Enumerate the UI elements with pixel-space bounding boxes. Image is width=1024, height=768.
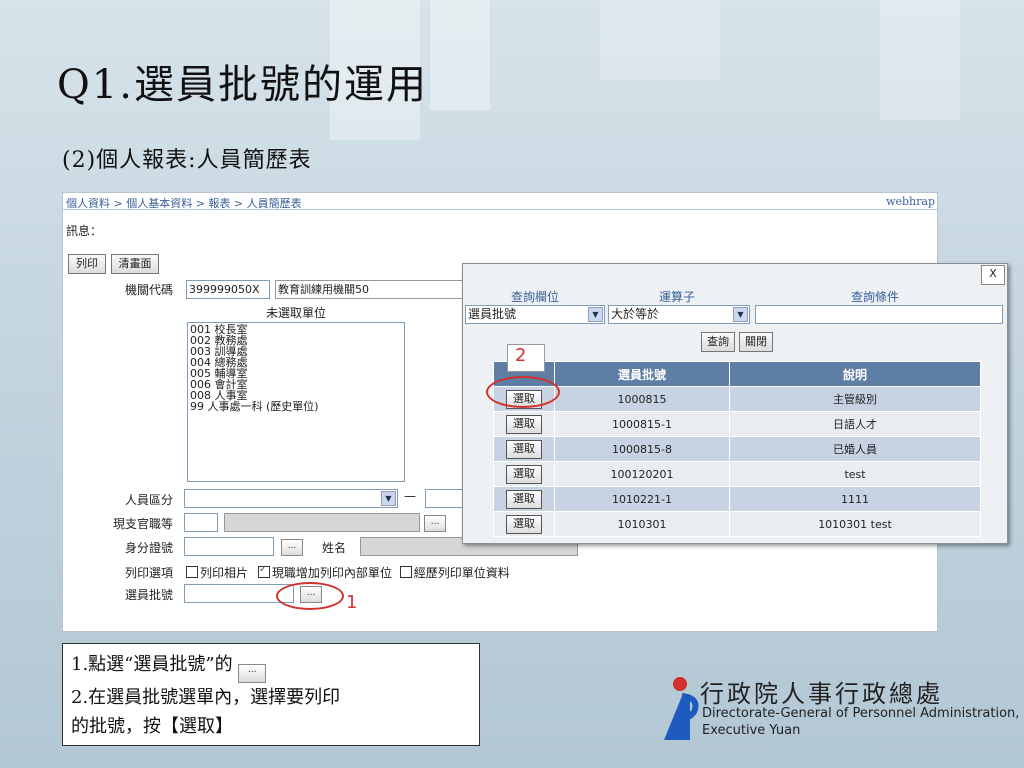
photo-option-label: 列印相片 <box>200 566 249 580</box>
photo-checkbox[interactable] <box>186 566 198 578</box>
operator-header: 運算子 <box>659 290 696 304</box>
condition-header: 查詢條件 <box>851 290 900 304</box>
callout-number-2: 2 <box>515 345 527 366</box>
desc-cell: 主管級別 <box>729 386 981 412</box>
add-units-checkbox[interactable] <box>257 564 270 578</box>
batch-cell: 1000815 <box>554 386 730 412</box>
units-listbox[interactable]: 001 校長室 002 教務處 003 訓導處 004 總務處 005 輔導室 … <box>187 322 405 482</box>
query-field-select[interactable]: 選員批號 ▼ <box>465 305 605 324</box>
desc-cell: 已婚人員 <box>729 436 981 462</box>
select-button[interactable]: 選取 <box>506 414 542 434</box>
print-button[interactable]: 列印 <box>68 254 106 274</box>
rank-picker-button[interactable]: ... <box>424 515 446 532</box>
slide-subtitle: (2)個人報表:人員簡歷表 <box>62 148 312 173</box>
dots-button-icon: ... <box>238 664 267 683</box>
range-dash: — <box>404 489 416 503</box>
note-line-3: 的批號，按【選取】 <box>71 716 233 737</box>
logo-chinese-name: 行政院人事行政總處 <box>700 680 943 708</box>
chevron-down-icon[interactable]: ▼ <box>733 307 748 322</box>
breadcrumb-divider <box>63 209 937 210</box>
print-options-label: 列印選項 <box>124 566 173 580</box>
batch-cell: 1000815-1 <box>554 411 730 437</box>
user-name: webhrap <box>886 195 935 208</box>
history-units-checkbox[interactable] <box>399 566 412 578</box>
table-header-row: 選員批號 說明 <box>493 361 981 387</box>
column-header: 選員批號 <box>554 361 730 387</box>
logo-english-name-2: Executive Yuan <box>702 723 801 738</box>
table-row[interactable]: 選取 100120201 test <box>493 461 981 487</box>
operator-select[interactable]: 大於等於 ▼ <box>608 305 750 324</box>
select-button[interactable]: 選取 <box>506 439 542 459</box>
batch-cell: 1010301 <box>554 511 730 537</box>
history-units-option-label: 經歷列印單位資料 <box>413 566 510 580</box>
units-header: 未選取單位 <box>265 306 326 320</box>
person-category-label: 人員區分 <box>124 493 173 507</box>
agency-label: 機關代碼 <box>124 283 173 297</box>
organization-logo: 行政院人事行政總處 Directorate-General of Personn… <box>660 672 1019 748</box>
close-button[interactable]: 關閉 <box>739 332 773 352</box>
desc-cell: 1010301 test <box>729 511 981 537</box>
callout-circle-2 <box>486 376 560 408</box>
callout-number-1: 1 <box>346 592 358 613</box>
query-field-header: 查詢欄位 <box>511 290 560 304</box>
batch-number-label: 選員批號 <box>124 588 173 602</box>
batch-cell: 1010221-1 <box>554 486 730 512</box>
unit-item[interactable]: 99 人事處一科 (歷史單位) <box>190 401 402 412</box>
batch-table: 選員批號 說明 選取 1000815 主管級別 選取 1000815-1 日語人… <box>493 361 981 537</box>
query-button[interactable]: 查詢 <box>701 332 735 352</box>
add-units-option-label: 現職增加列印內部單位 <box>271 566 392 580</box>
callout-circle-1 <box>276 582 344 610</box>
instruction-note: 1.點選“選員批號”的 ... 2.在選員批號選單內，選擇要列印 的批號，按【選… <box>62 643 480 746</box>
note-line-1: 1.點選“選員批號”的 ... <box>71 650 471 683</box>
batch-cell: 100120201 <box>554 461 730 487</box>
name-label: 姓名 <box>322 541 347 555</box>
desc-cell: 日語人才 <box>729 411 981 437</box>
message-label: 訊息： <box>66 224 103 238</box>
table-row[interactable]: 選取 1000815 主管級別 <box>493 386 981 412</box>
id-number-label: 身分證號 <box>124 541 173 555</box>
rank-field[interactable] <box>184 513 218 532</box>
id-picker-button[interactable]: ... <box>281 539 303 556</box>
batch-cell: 1000815-8 <box>554 436 730 462</box>
person-category-select[interactable]: ▼ <box>184 489 398 508</box>
desc-cell: 1111 <box>729 486 981 512</box>
logo-icon <box>664 677 699 740</box>
clear-button[interactable]: 清畫面 <box>111 254 159 274</box>
chevron-down-icon[interactable]: ▼ <box>381 491 396 506</box>
agency-name-field: 教育訓練用機關50 <box>275 280 465 299</box>
table-row[interactable]: 選取 1000815-1 日語人才 <box>493 411 981 437</box>
rank-name-field <box>224 513 420 532</box>
column-header: 說明 <box>729 361 981 387</box>
table-row[interactable]: 選取 1000815-8 已婚人員 <box>493 436 981 462</box>
person-category-select-end[interactable] <box>425 489 465 508</box>
operator-value: 大於等於 <box>611 307 660 321</box>
condition-input[interactable] <box>755 305 1003 324</box>
print-options-group: 列印相片 現職增加列印內部單位 經歷列印單位資料 <box>186 564 510 581</box>
table-row[interactable]: 選取 1010221-1 1111 <box>493 486 981 512</box>
close-icon[interactable]: X <box>981 265 1005 285</box>
id-number-field[interactable] <box>184 537 274 556</box>
logo-english-name-1: Directorate-General of Personnel Adminis… <box>702 706 1020 721</box>
slide-title: Q1.選員批號的運用 <box>57 62 428 108</box>
rank-label: 現支官職等 <box>112 517 173 531</box>
query-field-value: 選員批號 <box>468 307 517 321</box>
select-button[interactable]: 選取 <box>506 514 542 534</box>
desc-cell: test <box>729 461 981 487</box>
select-button[interactable]: 選取 <box>506 489 542 509</box>
agency-code-field[interactable]: 399999050X <box>186 280 270 299</box>
chevron-down-icon[interactable]: ▼ <box>588 307 603 322</box>
select-button[interactable]: 選取 <box>506 464 542 484</box>
table-row[interactable]: 選取 1010301 1010301 test <box>493 511 981 537</box>
note-line-2: 2.在選員批號選單內，選擇要列印 <box>71 687 341 708</box>
